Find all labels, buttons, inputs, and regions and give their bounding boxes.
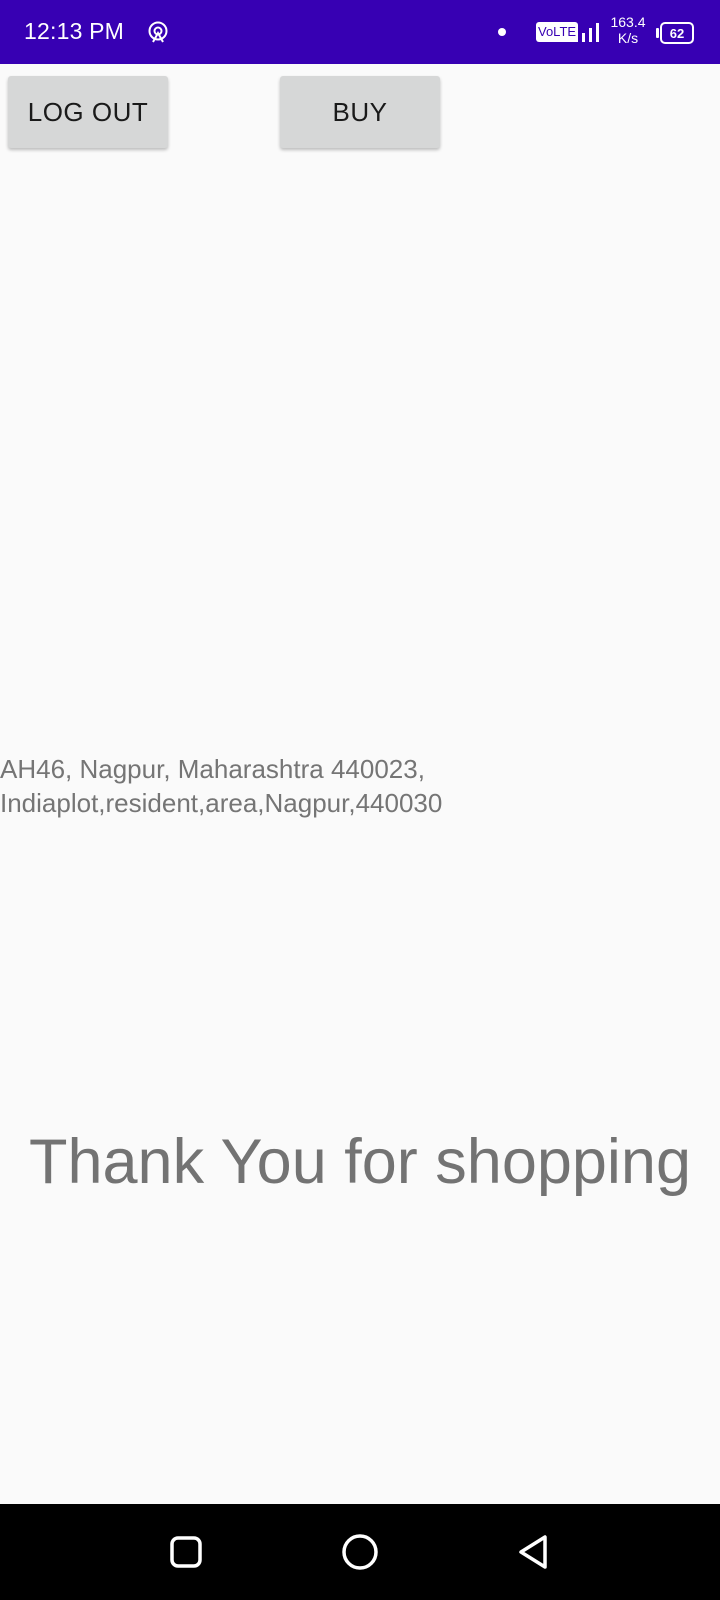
recents-icon[interactable] bbox=[166, 1532, 206, 1572]
navigation-bar bbox=[0, 1504, 720, 1600]
battery-level: 62 bbox=[660, 22, 694, 44]
network-speed-unit: K/s bbox=[617, 30, 639, 46]
signal-icon bbox=[575, 23, 599, 42]
volte-badge: VoLTE bbox=[536, 22, 579, 42]
network-speed-value: 163.4 bbox=[610, 14, 646, 30]
buy-button[interactable]: BUY bbox=[280, 76, 440, 148]
battery-nub bbox=[656, 28, 659, 38]
address-line-2: Indiaplot,resident,area,Nagpur,440030 bbox=[0, 788, 443, 818]
network-speed: 163.4 K/s bbox=[606, 14, 650, 46]
status-bar: 12:13 PM VoLTE 163.4 K/s 62 bbox=[0, 0, 720, 64]
back-icon[interactable] bbox=[514, 1532, 554, 1572]
battery-icon: 62 bbox=[656, 20, 696, 44]
address-text: AH46, Nagpur, Maharashtra 440023, Indiap… bbox=[0, 752, 700, 820]
address-line-1: AH46, Nagpur, Maharashtra 440023, bbox=[0, 754, 425, 784]
logout-button[interactable]: LOG OUT bbox=[8, 76, 168, 148]
status-time: 12:13 PM bbox=[24, 18, 125, 44]
home-icon[interactable] bbox=[340, 1532, 380, 1572]
notification-dot-icon bbox=[498, 28, 506, 36]
hotspot-icon bbox=[148, 21, 168, 43]
thank-you-message: Thank You for shopping bbox=[28, 1127, 692, 1197]
